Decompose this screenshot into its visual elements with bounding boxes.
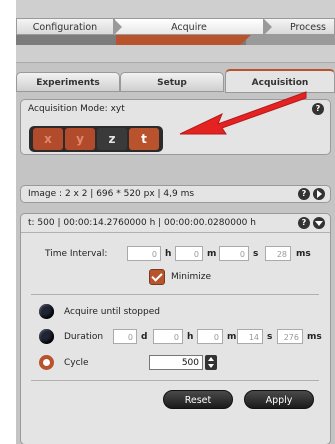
main-panel: Experiments Setup Acquisition Acquisitio…	[16, 62, 335, 444]
reset-button[interactable]: Reset	[163, 390, 233, 409]
tab-acquisition[interactable]: Acquisition	[225, 69, 335, 93]
duration-label: Duration	[64, 332, 104, 342]
divider	[31, 294, 319, 295]
tab-configuration[interactable]: Configuration	[16, 18, 122, 36]
cycle-stepper[interactable]	[205, 355, 217, 370]
expand-icon[interactable]	[313, 188, 325, 200]
unit-m: m	[227, 332, 237, 342]
progress-strip-active	[116, 35, 251, 45]
interval-hours-field[interactable]: 0	[127, 246, 161, 261]
tab-configuration-label: Configuration	[32, 22, 98, 33]
unit-ms: ms	[296, 249, 311, 259]
acquire-until-stopped-radio[interactable]	[39, 304, 54, 319]
progress-strip-inactive	[246, 35, 335, 45]
mode-y-button[interactable]: y	[65, 128, 95, 150]
minimize-checkbox[interactable]	[149, 269, 165, 285]
tab-setup[interactable]: Setup	[120, 72, 224, 92]
mode-z-button[interactable]: z	[97, 128, 127, 150]
unit-m: m	[207, 249, 217, 259]
time-series-summary: t: 500 | 00:00:14.2760000 h | 00:00:00.0…	[21, 214, 330, 233]
duration-radio[interactable]	[39, 329, 54, 344]
duration-minutes-field[interactable]: 0	[197, 329, 223, 344]
divider	[31, 380, 319, 381]
sub-tabs: Experiments Setup Acquisition	[16, 69, 335, 93]
acquisition-app: Process Acquire Configuration Experiment…	[16, 0, 335, 444]
unit-h: h	[187, 332, 194, 342]
workflow-progress-strip	[16, 35, 335, 45]
tab-separator-arrow	[263, 18, 272, 36]
tab-acquire[interactable]: Acquire	[114, 18, 272, 36]
image-info-label: Image : 2 x 2 | 696 * 520 px | 4,9 ms	[28, 189, 195, 199]
image-info-section[interactable]: Image : 2 x 2 | 696 * 520 px | 4,9 ms ?	[20, 185, 331, 203]
duration-hours-field[interactable]: 0	[153, 329, 183, 344]
unit-s: s	[253, 249, 259, 259]
unit-s: s	[267, 332, 273, 342]
help-icon[interactable]: ?	[312, 103, 324, 115]
interval-minutes-field[interactable]: 0	[175, 246, 203, 261]
collapse-icon[interactable]	[313, 217, 325, 229]
duration-days-field[interactable]: 0	[113, 329, 137, 344]
mode-t-button[interactable]: t	[129, 128, 159, 150]
acquisition-mode-buttons: x y z t	[29, 126, 163, 152]
apply-button[interactable]: Apply	[244, 390, 314, 409]
minimize-label: Minimize	[171, 272, 211, 282]
cycle-label: Cycle	[64, 358, 89, 368]
cycle-count-input[interactable]: 500	[149, 355, 203, 370]
acquire-until-stopped-label: Acquire until stopped	[64, 307, 160, 317]
time-series-section: t: 500 | 00:00:14.2760000 h | 00:00:00.0…	[20, 213, 331, 444]
duration-seconds-field[interactable]: 14	[237, 329, 263, 344]
tab-separator-arrow	[113, 18, 122, 36]
acquisition-mode-section: Acquisition Mode: xyt ? x y z t	[20, 99, 331, 155]
duration-ms-field[interactable]: 276	[277, 329, 303, 344]
unit-h: h	[165, 249, 172, 259]
help-icon[interactable]: ?	[298, 217, 310, 229]
tab-experiments[interactable]: Experiments	[16, 72, 120, 92]
tab-acquire-label: Acquire	[171, 22, 207, 33]
unit-ms: ms	[307, 332, 322, 342]
help-icon[interactable]: ?	[298, 188, 310, 200]
interval-seconds-field[interactable]: 0	[219, 246, 249, 261]
time-interval-label: Time Interval:	[45, 249, 108, 259]
mode-x-button[interactable]: x	[33, 128, 63, 150]
workflow-tabs: Process Acquire Configuration	[16, 18, 335, 36]
cycle-radio[interactable]	[39, 355, 54, 370]
unit-d: d	[141, 332, 148, 342]
acquisition-mode-label: Acquisition Mode: xyt	[28, 104, 125, 114]
interval-ms-field[interactable]: 28	[265, 246, 291, 261]
